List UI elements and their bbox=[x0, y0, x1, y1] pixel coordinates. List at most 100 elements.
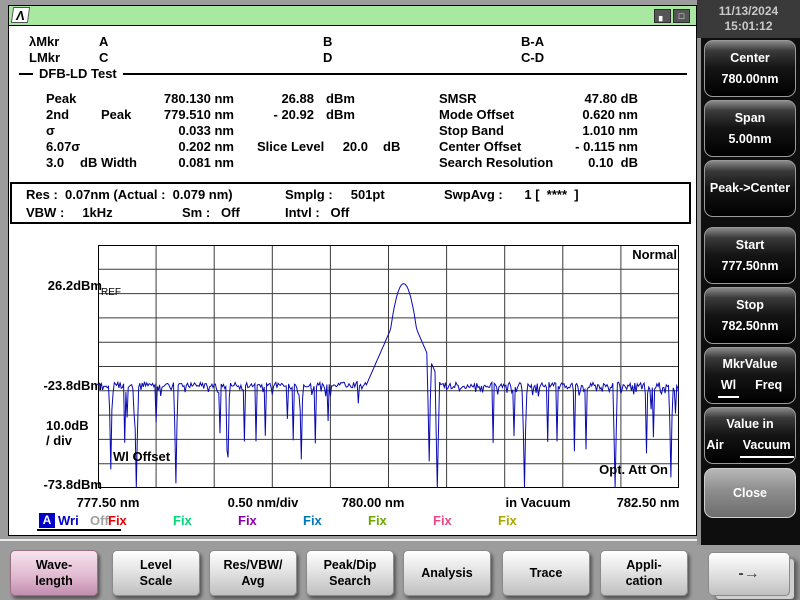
trace-a-mode: Wri bbox=[58, 513, 79, 528]
mode-offset-label: Mode Offset bbox=[439, 107, 514, 122]
peak-level-unit: dBm bbox=[326, 91, 355, 106]
datetime-display: 11/13/2024 15:01:12 bbox=[697, 0, 800, 38]
y-ref-level-label: 26.2dBm bbox=[9, 278, 102, 293]
window-minimize-button[interactable]: ▖ bbox=[654, 9, 671, 23]
more-arrow-icon: -→ bbox=[738, 566, 759, 582]
width3db-label1: 3.0 bbox=[46, 155, 64, 170]
softkey-span[interactable]: Span 5.00nm bbox=[704, 100, 796, 157]
smsr-value: 47.80 dB bbox=[519, 91, 638, 106]
trace-b-status: Fix bbox=[108, 513, 127, 528]
fnkey-analysis[interactable]: Analysis bbox=[403, 550, 491, 596]
x-medium-label: in Vacuum bbox=[478, 495, 598, 510]
softkey-start[interactable]: Start 777.50nm bbox=[704, 227, 796, 284]
search-resolution-value: 0.10 dB bbox=[519, 155, 638, 170]
window-maximize-button[interactable]: □ bbox=[673, 9, 690, 23]
softkey-peak-to-center[interactable]: Peak->Center bbox=[704, 160, 796, 217]
smsr-label: SMSR bbox=[439, 91, 477, 106]
lvl-marker-d: D bbox=[323, 50, 332, 65]
sampling-setting: Smplg : 501pt bbox=[285, 187, 385, 202]
spectrum-chart bbox=[98, 245, 679, 488]
softkey-mkr-value[interactable]: MkrValue Wl Freq bbox=[704, 347, 796, 404]
peak2-level: - 20.92 bbox=[244, 107, 314, 122]
y-scale-label-2: / div bbox=[46, 433, 72, 448]
sigma-label: σ bbox=[46, 123, 55, 138]
sigma-value: 0.033 nm bbox=[119, 123, 234, 138]
wl-marker-a: A bbox=[99, 34, 108, 49]
peak2-level-unit: dBm bbox=[326, 107, 355, 122]
peak2-wavelength: 779.510 nm bbox=[119, 107, 234, 122]
fnkey-application[interactable]: Appli- cation bbox=[600, 550, 688, 596]
mode-offset-value: 0.620 nm bbox=[519, 107, 638, 122]
lvl-marker-label: LMkr bbox=[29, 50, 60, 65]
analysis-section-title: DFB-LD Test bbox=[33, 66, 123, 81]
wl-marker-label: λMkr bbox=[29, 34, 59, 49]
display-area: λMkr A B B-A LMkr C D C-D DFB-LD Test Pe… bbox=[9, 26, 696, 535]
center-offset-label: Center Offset bbox=[439, 139, 521, 154]
resolution-setting: Res : 0.07nm (Actual : 0.079 nm) bbox=[26, 187, 233, 202]
fnkey-more-arrow[interactable]: -→ bbox=[708, 552, 790, 596]
window-titlebar: Λ ▖ □ bbox=[9, 6, 696, 26]
mkr-value-wl-option[interactable]: Wl bbox=[718, 375, 739, 398]
softkey-value-in[interactable]: Value in Air Vacuum bbox=[704, 407, 796, 464]
y-scale-label: 10.0dB bbox=[46, 418, 89, 433]
x-start-label: 777.50 nm bbox=[48, 495, 168, 510]
softkey-center[interactable]: Center 780.00nm bbox=[704, 40, 796, 97]
smoothing-setting: Sm : Off bbox=[182, 205, 240, 220]
lvl-marker-diff: C-D bbox=[521, 50, 544, 65]
interval-setting: Intvl : Off bbox=[285, 205, 349, 220]
osa-screen: Λ ▖ □ λMkr A B B-A LMkr C D C-D DFB-LD T… bbox=[0, 0, 800, 600]
softkey-close[interactable]: Close bbox=[704, 468, 796, 518]
wl-marker-diff: B-A bbox=[521, 34, 544, 49]
width3db-value: 0.081 nm bbox=[119, 155, 234, 170]
trace-c-status: Fix bbox=[173, 513, 192, 528]
trace-a-state: Off bbox=[90, 513, 109, 528]
softkey-panel: 11/13/2024 15:01:12 Center 780.00nm Span… bbox=[697, 0, 800, 545]
trace-a-badge: A bbox=[39, 513, 55, 528]
bottom-separator bbox=[0, 539, 697, 541]
lvl-marker-c: C bbox=[99, 50, 108, 65]
trace-g-status: Fix bbox=[433, 513, 452, 528]
fnkey-wavelength[interactable]: Wave- length bbox=[10, 550, 98, 596]
opt-att-annotation: Opt. Att On bbox=[548, 463, 668, 477]
y-floor-level-label: -23.8dBm bbox=[9, 378, 102, 393]
value-in-vacuum-option[interactable]: Vacuum bbox=[740, 435, 794, 458]
sweep-average-setting: SwpAvg : 1 [ **** ] bbox=[444, 187, 579, 202]
fnkey-res-vbw-avg[interactable]: Res/VBW/ Avg bbox=[209, 550, 297, 596]
value-in-air-option[interactable]: Air bbox=[706, 435, 723, 458]
mkr-value-freq-option[interactable]: Freq bbox=[755, 375, 782, 398]
trace-f-status: Fix bbox=[368, 513, 387, 528]
x-center-label: 780.00 nm bbox=[313, 495, 433, 510]
fnkey-trace[interactable]: Trace bbox=[502, 550, 590, 596]
trace-d-status: Fix bbox=[238, 513, 257, 528]
sigma6-label: 6.07σ bbox=[46, 139, 80, 154]
ref-line-annotation: REF bbox=[101, 286, 121, 300]
center-offset-value: - 0.115 nm bbox=[519, 139, 638, 154]
trace-e-status: Fix bbox=[303, 513, 322, 528]
slice-level-unit: dB bbox=[383, 139, 400, 154]
peak2-label1: 2nd bbox=[46, 107, 69, 122]
sigma6-value: 0.202 nm bbox=[119, 139, 234, 154]
sweep-mode-annotation: Normal bbox=[549, 248, 677, 262]
app-window: Λ ▖ □ λMkr A B B-A LMkr C D C-D DFB-LD T… bbox=[8, 5, 697, 536]
stop-band-value: 1.010 nm bbox=[519, 123, 638, 138]
trace-h-status: Fix bbox=[498, 513, 517, 528]
x-stop-label: 782.50 nm bbox=[588, 495, 708, 510]
slice-level-value: 20.0 bbox=[308, 139, 368, 154]
trace-a-underline bbox=[37, 529, 121, 531]
sweep-settings-box: Res : 0.07nm (Actual : 0.079 nm) Smplg :… bbox=[10, 182, 691, 224]
fnkey-level-scale[interactable]: Level Scale bbox=[112, 550, 200, 596]
peak-level: 26.88 bbox=[244, 91, 314, 106]
peak-wavelength: 780.130 nm bbox=[119, 91, 234, 106]
softkey-stop[interactable]: Stop 782.50nm bbox=[704, 287, 796, 344]
panel-edge bbox=[697, 38, 701, 545]
x-div-label: 0.50 nm/div bbox=[203, 495, 323, 510]
fnkey-peak-dip-search[interactable]: Peak/Dip Search bbox=[306, 550, 394, 596]
y-bottom-level-label: -73.8dBm bbox=[9, 477, 102, 492]
time-text: 15:01:12 bbox=[697, 19, 800, 34]
stop-band-label: Stop Band bbox=[439, 123, 504, 138]
wl-marker-b: B bbox=[323, 34, 332, 49]
peak-label: Peak bbox=[46, 91, 76, 106]
wl-offset-annotation: Wl Offset bbox=[113, 450, 170, 464]
vbw-setting: VBW : 1kHz bbox=[26, 205, 113, 220]
date-text: 11/13/2024 bbox=[697, 4, 800, 19]
